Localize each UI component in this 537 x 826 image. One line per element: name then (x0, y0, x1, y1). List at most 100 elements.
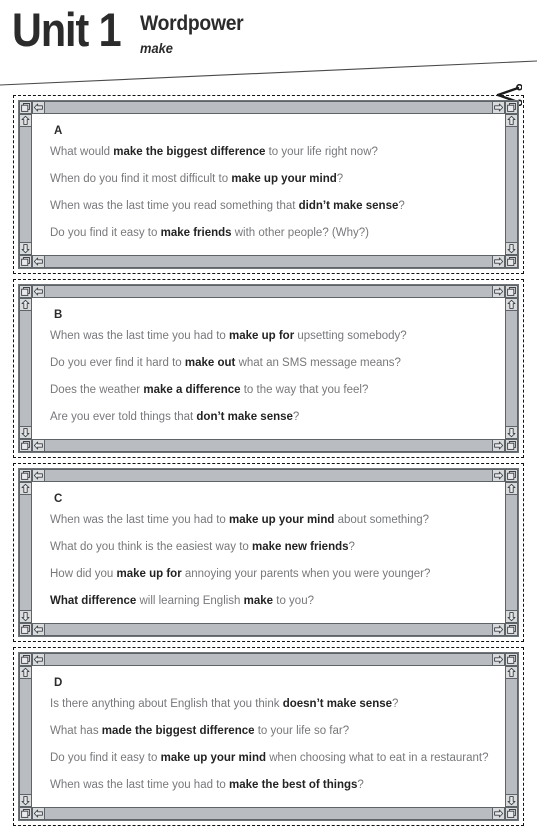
resize-corner-handle[interactable] (505, 439, 518, 452)
scrollbar-track-top[interactable] (32, 101, 505, 114)
question-phrase: Are you ever told things that (50, 411, 197, 423)
question-line: Do you find it easy to make friends with… (50, 226, 487, 241)
scrollbar-track-bottom[interactable] (32, 439, 505, 452)
question-phrase: ? (398, 200, 405, 212)
scroll-arrow-left-icon[interactable] (32, 653, 45, 666)
question-phrase-bold: don’t make sense (196, 411, 293, 423)
scroll-arrow-down-icon[interactable] (505, 794, 518, 807)
scroll-arrow-right-icon[interactable] (492, 101, 505, 114)
scroll-arrow-right-icon[interactable] (492, 439, 505, 452)
scrollbar-track-top[interactable] (32, 469, 505, 482)
scroll-arrow-right-icon[interactable] (492, 807, 505, 820)
scroll-arrow-down-icon[interactable] (19, 610, 32, 623)
scroll-arrow-up-icon[interactable] (505, 666, 518, 679)
scrollbar-track-top[interactable] (32, 653, 505, 666)
question-phrase: When was the last time you read somethin… (50, 200, 299, 212)
scrollbar-track-right[interactable] (505, 482, 518, 623)
resize-corner-handle[interactable] (505, 255, 518, 268)
scroll-arrow-up-icon[interactable] (505, 298, 518, 311)
scrollbar-track-left[interactable] (19, 666, 32, 807)
scrollbar-track-bottom[interactable] (32, 623, 505, 636)
question-phrase-bold: make the biggest difference (113, 146, 266, 158)
scroll-arrow-up-icon[interactable] (19, 666, 32, 679)
question-phrase: to your life right now? (265, 146, 378, 158)
worksheet-card: D Is there anything about English that yo… (13, 647, 524, 826)
question-phrase: What would (50, 146, 114, 158)
resize-corner-handle[interactable] (19, 255, 32, 268)
question-line: What has made the biggest difference to … (50, 724, 487, 739)
scroll-arrow-up-icon[interactable] (19, 298, 32, 311)
scroll-arrow-left-icon[interactable] (32, 623, 45, 636)
scroll-arrow-down-icon[interactable] (19, 242, 32, 255)
question-phrase: to your life so far? (254, 725, 350, 737)
card-content: C When was the last time you had to make … (32, 482, 505, 623)
resize-corner-handle[interactable] (505, 807, 518, 820)
scrollbar-track-left[interactable] (19, 114, 32, 255)
worksheet-card: B When was the last time you had to make … (13, 279, 524, 458)
scrollbar-track-right[interactable] (505, 298, 518, 439)
scroll-arrow-left-icon[interactable] (32, 439, 45, 452)
question-phrase: ? (292, 411, 300, 423)
resize-corner-handle[interactable] (19, 653, 32, 666)
resize-corner-handle[interactable] (19, 285, 32, 298)
scroll-arrow-down-icon[interactable] (19, 426, 32, 439)
card-content: A What would make the biggest difference … (32, 114, 505, 255)
card-window-frame: D Is there anything about English that yo… (18, 652, 519, 821)
question-phrase: upsetting somebody? (294, 330, 407, 342)
resize-corner-handle[interactable] (505, 101, 518, 114)
question-line: When was the last time you had to make u… (50, 513, 487, 528)
question-phrase-bold: make up your mind (228, 514, 335, 526)
scroll-arrow-right-icon[interactable] (492, 653, 505, 666)
scroll-arrow-down-icon[interactable] (505, 610, 518, 623)
resize-corner-handle[interactable] (19, 101, 32, 114)
question-phrase: What do you think is the easiest way to (50, 541, 252, 553)
scroll-arrow-left-icon[interactable] (32, 469, 45, 482)
question-phrase: Do you find it easy to (50, 227, 161, 239)
scroll-arrow-down-icon[interactable] (505, 242, 518, 255)
scrollbar-track-bottom[interactable] (32, 255, 505, 268)
scroll-arrow-up-icon[interactable] (19, 114, 32, 127)
scroll-arrow-up-icon[interactable] (19, 482, 32, 495)
scrollbar-track-top[interactable] (32, 285, 505, 298)
scroll-arrow-down-icon[interactable] (19, 794, 32, 807)
question-phrase-bold: make up for (228, 330, 295, 342)
resize-corner-handle[interactable] (505, 623, 518, 636)
resize-corner-handle[interactable] (19, 807, 32, 820)
resize-corner-handle[interactable] (505, 469, 518, 482)
scroll-arrow-right-icon[interactable] (492, 623, 505, 636)
scroll-arrow-down-icon[interactable] (505, 426, 518, 439)
question-phrase-bold: make a difference (143, 384, 241, 396)
resize-corner-handle[interactable] (505, 285, 518, 298)
scrollbar-track-right[interactable] (505, 114, 518, 255)
resize-corner-handle[interactable] (19, 469, 32, 482)
resize-corner-handle[interactable] (19, 439, 32, 452)
card-window-frame: C When was the last time you had to make … (18, 468, 519, 637)
section-letter: A (54, 125, 63, 137)
scroll-arrow-left-icon[interactable] (32, 807, 45, 820)
question-phrase-bold: made the biggest difference (101, 725, 255, 737)
scroll-arrow-right-icon[interactable] (492, 285, 505, 298)
resize-corner-handle[interactable] (505, 653, 518, 666)
question-phrase: with other people? (Why?) (231, 227, 369, 239)
scrollbar-track-left[interactable] (19, 298, 32, 439)
scroll-arrow-right-icon[interactable] (492, 255, 505, 268)
scrollbar-track-left[interactable] (19, 482, 32, 623)
question-phrase: when choosing what to eat in a restauran… (266, 752, 489, 764)
worksheet-card: A What would make the biggest difference … (13, 83, 524, 274)
scroll-arrow-up-icon[interactable] (505, 482, 518, 495)
question-phrase-bold: make up your mind (160, 752, 267, 764)
scroll-arrow-left-icon[interactable] (32, 255, 45, 268)
scrollbar-track-bottom[interactable] (32, 807, 505, 820)
question-phrase: will learning English (136, 595, 244, 607)
scroll-arrow-right-icon[interactable] (492, 469, 505, 482)
question-phrase: ? (357, 779, 364, 791)
scroll-arrow-up-icon[interactable] (505, 114, 518, 127)
scroll-arrow-left-icon[interactable] (32, 101, 45, 114)
scrollbar-track-right[interactable] (505, 666, 518, 807)
question-phrase: about something? (334, 514, 430, 526)
scroll-arrow-left-icon[interactable] (32, 285, 45, 298)
question-line: How did you make up for annoying your pa… (50, 567, 487, 582)
question-phrase: ? (392, 698, 399, 710)
resize-corner-handle[interactable] (19, 623, 32, 636)
question-line: When was the last time you had to make t… (50, 778, 487, 793)
